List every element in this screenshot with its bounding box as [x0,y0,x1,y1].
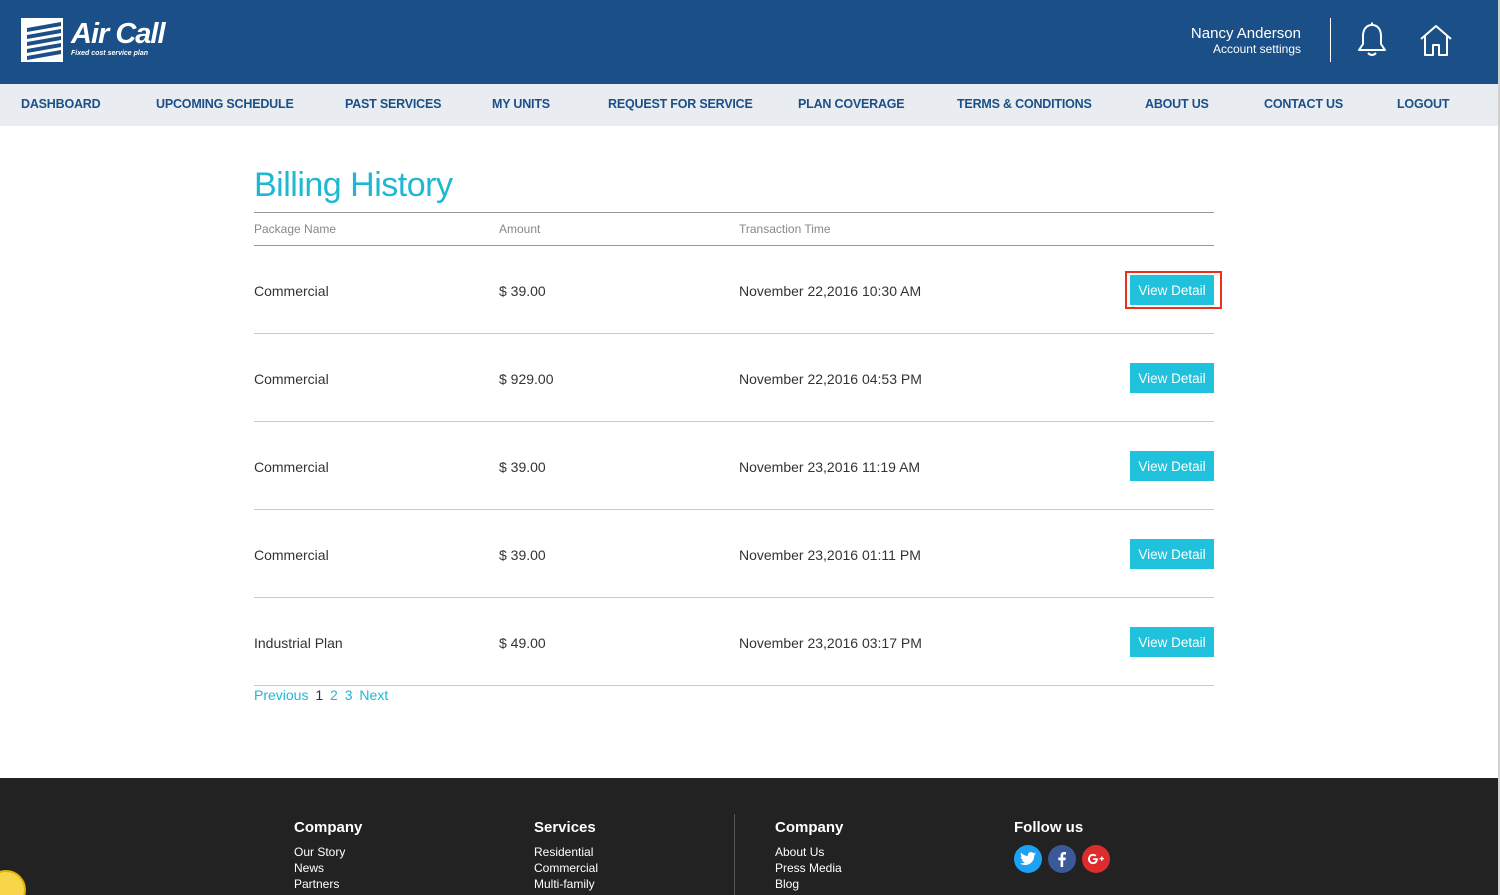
nav-my-units[interactable]: MY UNITS [492,97,550,111]
nav-logout[interactable]: LOGOUT [1397,97,1449,111]
footer-heading: Services [534,819,596,836]
view-detail-button[interactable]: View Detail [1130,627,1214,657]
amount: $ 39.00 [499,283,546,299]
footer-link-about-us[interactable]: About Us [775,844,843,860]
nav-terms-conditions[interactable]: TERMS & CONDITIONS [957,97,1092,111]
nav-upcoming-schedule[interactable]: UPCOMING SCHEDULE [156,97,294,111]
column-header-package: Package Name [254,222,337,236]
main-nav: DASHBOARD UPCOMING SCHEDULE PAST SERVICE… [0,84,1498,126]
twitter-icon[interactable] [1014,845,1042,873]
transaction-time: November 23,2016 03:17 PM [739,635,922,651]
bell-icon[interactable] [1355,22,1389,58]
footer-link-press-media[interactable]: Press Media [775,860,843,876]
page-title: Billing History [254,166,453,204]
transaction-time: November 23,2016 11:19 AM [739,459,921,475]
nav-about-us[interactable]: ABOUT US [1145,97,1209,111]
footer-link-multi-family[interactable]: Multi-family [534,876,598,892]
brand-tagline: Fixed cost service plan [71,50,149,57]
footer-heading: Company [775,819,844,836]
nav-dashboard[interactable]: DASHBOARD [21,97,101,111]
view-detail-button[interactable]: View Detail [1130,451,1214,481]
account-settings-link[interactable]: Account settings [1191,42,1301,56]
footer-company-column: Company Our Story News Partners [294,818,362,892]
pagination: Previous 1 2 3 Next [254,687,391,703]
logo-mark-icon [21,18,63,62]
user-name: Nancy Anderson [1190,25,1301,42]
pagination-current-page: 1 [315,687,324,703]
aircall-logo[interactable]: Air Call Fixed cost service plan [21,18,166,62]
view-detail-button[interactable]: View Detail [1130,539,1214,569]
header-divider-line [254,245,1214,246]
amount: $ 49.00 [499,635,546,651]
top-header: Air Call Fixed cost service plan Nancy A… [0,0,1498,84]
pagination-previous[interactable]: Previous [254,687,308,703]
package-name: Commercial [254,283,329,299]
pagination-page-3[interactable]: 3 [345,687,353,703]
view-detail-button[interactable]: View Detail [1130,363,1214,393]
transaction-time: November 23,2016 01:11 PM [739,547,921,563]
footer-link-partners[interactable]: Partners [294,876,362,892]
amount: $ 39.00 [499,459,546,475]
footer-link-commercial[interactable]: Commercial [534,860,598,876]
facebook-icon[interactable] [1048,845,1076,873]
home-icon[interactable] [1418,22,1454,58]
row-divider [254,597,1214,598]
amount: $ 929.00 [499,371,554,387]
nav-plan-coverage[interactable]: PLAN COVERAGE [798,97,905,111]
footer-heading: Company [294,819,363,836]
amount: $ 39.00 [499,547,546,563]
footer-link-blog[interactable]: Blog [775,876,843,892]
pagination-next[interactable]: Next [359,687,388,703]
column-header-time: Transaction Time [739,222,831,236]
footer-follow-column: Follow us [1014,818,1083,844]
transaction-time: November 22,2016 10:30 AM [739,283,922,299]
footer-services-column: Services Residential Commercial Multi-fa… [534,818,598,892]
nav-request-for-service[interactable]: REQUEST FOR SERVICE [608,97,753,111]
title-divider [254,212,1214,213]
nav-past-services[interactable]: PAST SERVICES [345,97,441,111]
account-menu[interactable]: Nancy Anderson Account settings [1191,25,1301,56]
footer-company-column-2: Company About Us Press Media Blog [775,818,843,892]
footer-divider [734,814,735,895]
row-divider [254,509,1214,510]
footer: Company Our Story News Partners Services… [0,778,1498,895]
row-divider [254,685,1214,686]
package-name: Commercial [254,371,329,387]
footer-link-residential[interactable]: Residential [534,844,598,860]
brand-name: Air Call [71,18,166,50]
google-plus-icon[interactable] [1082,845,1110,873]
footer-link-our-story[interactable]: Our Story [294,844,362,860]
package-name: Commercial [254,459,329,475]
package-name: Industrial Plan [254,635,343,651]
header-divider [1330,18,1331,62]
row-divider [254,421,1214,422]
nav-contact-us[interactable]: CONTACT US [1264,97,1343,111]
pagination-page-2[interactable]: 2 [330,687,338,703]
package-name: Commercial [254,547,329,563]
footer-heading: Follow us [1014,819,1084,836]
column-header-amount: Amount [499,222,541,236]
footer-link-news[interactable]: News [294,860,362,876]
row-divider [254,333,1214,334]
transaction-time: November 22,2016 04:53 PM [739,371,922,387]
view-detail-button[interactable]: View Detail [1130,275,1214,305]
